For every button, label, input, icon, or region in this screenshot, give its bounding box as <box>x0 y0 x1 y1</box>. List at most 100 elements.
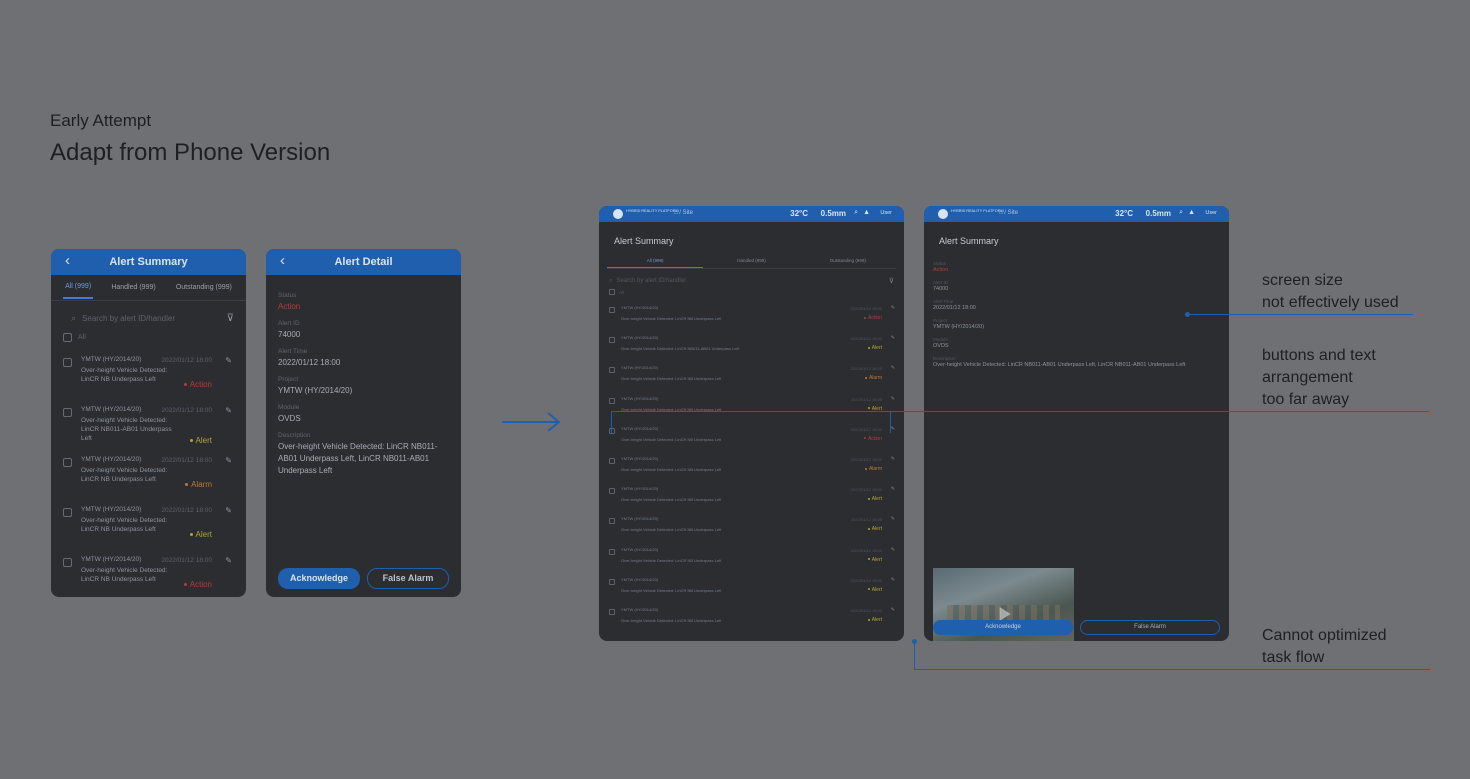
list-item[interactable]: YMTW (HY/2014/20) 2022/01/12 18:00 ✎ Over-h… <box>599 422 904 452</box>
list-item[interactable]: YMTW (HY/2014/20) 2022/01/12 18:00 ✎ Over-h… <box>51 350 246 400</box>
pin-icon[interactable]: ✎ <box>225 556 232 565</box>
tab-handled[interactable]: Handled (999) <box>109 277 157 298</box>
search-input[interactable]: ⌕ Search by alert ID/handler ⊽ <box>63 305 234 331</box>
list-item[interactable]: YMTW (HY/2014/20) 2022/01/12 18:00 ✎ Over-h… <box>599 331 904 361</box>
row-checkbox[interactable] <box>63 458 72 467</box>
row-description: Over-height Vehicle Detected: LinCR NB U… <box>621 466 722 472</box>
pin-icon[interactable]: ✎ <box>225 406 232 415</box>
phone-title: Alert Summary <box>109 256 188 268</box>
pin-icon[interactable]: ✎ <box>891 577 895 583</box>
pin-icon[interactable]: ✎ <box>891 396 895 402</box>
breadcrumb[interactable]: ⌂ / Site <box>674 210 693 216</box>
select-all-checkbox[interactable] <box>63 333 72 342</box>
pin-icon[interactable]: ✎ <box>891 335 895 341</box>
search-icon[interactable]: ⌕ <box>854 209 858 217</box>
tab-outstanding[interactable]: Outstanding (999) <box>800 254 896 268</box>
row-checkbox[interactable] <box>63 508 72 517</box>
list-item[interactable]: YMTW (HY/2014/20) 2022/01/12 18:00 ✎ Over-h… <box>599 603 904 633</box>
bell-icon[interactable]: ▲ <box>1188 209 1195 216</box>
search-icon: ⌕ <box>71 312 77 323</box>
field-label: Status <box>933 261 946 266</box>
list-item[interactable]: YMTW (HY/2014/20) 2022/01/12 18:00 ✎ Over-h… <box>51 500 246 550</box>
list-item[interactable]: YMTW (HY/2014/20) 2022/01/12 18:00 ✎ Over-h… <box>599 482 904 512</box>
row-description: Over-height Vehicle Detected: LinCR NB U… <box>621 527 722 533</box>
rainfall-readout: 0.5mm <box>1145 209 1171 218</box>
search-input[interactable]: ⌕ Search by alert ID/handler ⊽ <box>609 277 894 286</box>
acknowledge-button[interactable]: Acknowledge <box>933 620 1073 635</box>
pin-icon[interactable]: ✎ <box>891 456 895 462</box>
status-dot <box>185 483 189 487</box>
tablet-top-bar: HYBRID REALITY PLATFORM ⌂ / Site 32°C 0.… <box>924 206 1229 222</box>
search-icon[interactable]: ⌕ <box>1179 209 1183 217</box>
row-checkbox[interactable] <box>609 307 615 313</box>
section-subtitle: Early Attempt <box>50 111 152 130</box>
tablet-alert-summary: HYBRID REALITY PLATFORM ⌂ / Site 32°C 0.… <box>599 206 904 641</box>
search-placeholder: Search by alert ID/handler <box>82 313 175 323</box>
row-checkbox[interactable] <box>609 548 615 555</box>
pin-icon[interactable]: ✎ <box>891 547 895 553</box>
pin-icon[interactable]: ✎ <box>225 356 232 365</box>
list-item[interactable]: YMTW (HY/2014/20) 2022/01/12 18:00 ✎ Over-h… <box>599 361 904 391</box>
field-label: Alert ID <box>933 280 949 285</box>
row-checkbox[interactable] <box>609 337 615 344</box>
pin-icon[interactable]: ✎ <box>891 486 895 492</box>
select-all-checkbox[interactable] <box>609 289 615 295</box>
back-icon[interactable]: ‹ <box>280 252 285 269</box>
tab-all[interactable]: All (999) <box>607 254 704 268</box>
breadcrumb[interactable]: ⌂ / Site <box>999 210 1018 216</box>
row-description: Over-height Vehicle Detected: LinCR NB U… <box>621 497 722 503</box>
status-badge: Alert <box>867 587 882 593</box>
pin-icon[interactable]: ✎ <box>891 607 895 613</box>
list-item[interactable]: YMTW (HY/2014/20) 2022/01/12 18:00 ✎ Over-h… <box>599 392 904 422</box>
search-icon: ⌕ <box>609 277 613 284</box>
row-time: 2022/01/12 18:00 <box>850 396 882 402</box>
filter-icon[interactable]: ⊽ <box>227 313 234 324</box>
row-checkbox[interactable] <box>63 558 72 567</box>
false-alarm-button[interactable]: False Alarm <box>367 568 449 589</box>
row-checkbox[interactable] <box>609 367 615 374</box>
row-checkbox[interactable] <box>609 488 615 495</box>
row-checkbox[interactable] <box>609 457 615 464</box>
tab-all[interactable]: All (999) <box>63 276 94 299</box>
row-checkbox[interactable] <box>63 408 72 417</box>
list-item[interactable]: YMTW (HY/2014/20) 2022/01/12 18:00 ✎ Over-h… <box>599 301 904 331</box>
status-dot <box>867 588 870 591</box>
back-icon[interactable]: ‹ <box>65 252 70 269</box>
field-label: Alert Time <box>933 299 954 304</box>
phone-tabs: All (999) Handled (999) Outstanding (999… <box>51 275 246 301</box>
list-item[interactable]: YMTW (HY/2014/20) 2022/01/12 18:00 ✎ Over-h… <box>599 512 904 542</box>
row-checkbox[interactable] <box>609 578 615 585</box>
list-item[interactable]: YMTW (HY/2014/20) 2022/01/12 18:00 ✎ Over-h… <box>51 400 246 450</box>
user-menu[interactable]: User <box>1205 210 1217 216</box>
pin-icon[interactable]: ✎ <box>891 305 895 311</box>
row-checkbox[interactable] <box>609 427 615 434</box>
row-checkbox[interactable] <box>609 397 615 404</box>
play-icon[interactable] <box>999 607 1011 621</box>
select-all[interactable]: All <box>63 333 234 342</box>
select-all-label: All <box>619 289 625 295</box>
list-item[interactable]: YMTW (HY/2014/20) 2022/01/12 18:00 ✎ Over-h… <box>599 452 904 482</box>
list-item[interactable]: YMTW (HY/2014/20) 2022/01/12 18:00 ✎ Over-h… <box>599 543 904 573</box>
phone-title: Alert Detail <box>334 256 393 268</box>
row-checkbox[interactable] <box>63 358 72 367</box>
list-item[interactable]: YMTW (HY/2014/20) 2022/01/12 18:00 ✎ Over-h… <box>51 550 246 597</box>
row-checkbox[interactable] <box>609 518 615 525</box>
user-menu[interactable]: User <box>880 210 892 216</box>
status-dot <box>189 439 193 443</box>
pin-icon[interactable]: ✎ <box>891 426 895 432</box>
filter-icon[interactable]: ⊽ <box>889 277 894 285</box>
select-all[interactable]: All <box>609 289 894 295</box>
field-label: Description <box>933 356 956 361</box>
list-item[interactable]: YMTW (HY/2014/20) 2022/01/12 18:00 ✎ Over-h… <box>599 573 904 603</box>
row-checkbox[interactable] <box>609 608 615 615</box>
tab-handled[interactable]: Handled (999) <box>703 254 799 268</box>
acknowledge-button[interactable]: Acknowledge <box>278 568 360 589</box>
bell-icon[interactable]: ▲ <box>863 209 870 216</box>
list-item[interactable]: YMTW (HY/2014/20) 2022/01/12 18:00 ✎ Over-h… <box>51 450 246 500</box>
tab-outstanding[interactable]: Outstanding (999) <box>174 277 234 298</box>
pin-icon[interactable]: ✎ <box>891 365 895 371</box>
pin-icon[interactable]: ✎ <box>225 456 232 465</box>
false-alarm-button[interactable]: False Alarm <box>1080 620 1220 635</box>
pin-icon[interactable]: ✎ <box>891 516 895 522</box>
pin-icon[interactable]: ✎ <box>225 506 232 515</box>
